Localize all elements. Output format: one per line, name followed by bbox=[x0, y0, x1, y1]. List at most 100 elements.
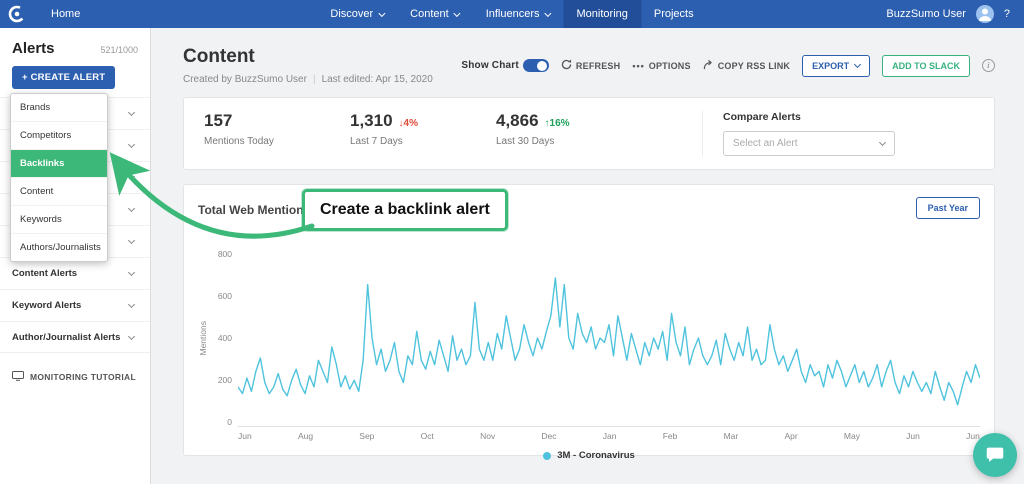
show-chart-toggle[interactable] bbox=[523, 59, 549, 72]
x-tick-label: Dec bbox=[541, 431, 556, 441]
avatar[interactable] bbox=[976, 5, 994, 23]
x-tick-label: Nov bbox=[480, 431, 495, 441]
x-tick-label: Sep bbox=[359, 431, 374, 441]
dropdown-item-backlinks[interactable]: Backlinks bbox=[11, 150, 107, 178]
dropdown-item-keywords[interactable]: Keywords bbox=[11, 206, 107, 234]
copy-rss-link-button[interactable]: COPY RSS LINK bbox=[703, 59, 790, 72]
tutorial-label: MONITORING TUTORIAL bbox=[30, 372, 136, 382]
user-name[interactable]: BuzzSumo User bbox=[886, 8, 965, 20]
dropdown-item-competitors[interactable]: Competitors bbox=[11, 122, 107, 150]
x-tick-label: Jun bbox=[906, 431, 920, 441]
monitor-icon bbox=[12, 371, 24, 383]
delta-up: ↑16% bbox=[545, 118, 570, 129]
nav-discover-label: Discover bbox=[330, 8, 373, 20]
nav-center: Discover Content Influencers Monitoring … bbox=[317, 0, 706, 28]
refresh-button[interactable]: REFRESH bbox=[561, 59, 620, 72]
nav-influencers-label: Influencers bbox=[486, 8, 540, 20]
chevron-down-icon bbox=[544, 9, 551, 16]
nav-item-projects[interactable]: Projects bbox=[641, 0, 707, 28]
export-button[interactable]: EXPORT bbox=[802, 55, 870, 77]
chart-body: Mentions 800 600 400 200 0 bbox=[198, 249, 980, 427]
y-tick-label: 600 bbox=[218, 291, 232, 301]
stat-value: 157 bbox=[204, 111, 232, 131]
mentions-line bbox=[238, 278, 980, 405]
nav-item-monitoring[interactable]: Monitoring bbox=[564, 0, 641, 28]
stat-label: Last 7 Days bbox=[350, 136, 496, 147]
nav-content-label: Content bbox=[410, 8, 449, 20]
chevron-down-icon bbox=[128, 205, 135, 212]
help-icon[interactable]: ? bbox=[1004, 8, 1010, 20]
chevron-down-icon bbox=[128, 173, 135, 180]
nav-monitoring-label: Monitoring bbox=[577, 8, 628, 20]
y-axis-label: Mentions bbox=[198, 321, 210, 356]
delta-value: 4% bbox=[404, 118, 418, 129]
stat-mentions-today: 157 Mentions Today bbox=[204, 111, 350, 156]
annotation-callout: Create a backlink alert bbox=[302, 189, 508, 231]
chart-legend[interactable]: 3M - Coronavirus bbox=[198, 450, 980, 461]
stat-label: Mentions Today bbox=[204, 136, 350, 147]
ellipsis-icon: ••• bbox=[632, 61, 644, 71]
nav-item-content[interactable]: Content bbox=[397, 0, 473, 28]
dropdown-item-authors-journalists[interactable]: Authors/Journalists bbox=[11, 234, 107, 261]
buzzsumo-logo-icon[interactable] bbox=[7, 4, 27, 24]
stat-value: 1,310 bbox=[350, 111, 393, 131]
y-tick-label: 400 bbox=[218, 333, 232, 343]
y-tick-label: 800 bbox=[218, 249, 232, 259]
x-tick-label: Oct bbox=[421, 431, 434, 441]
nav-projects-label: Projects bbox=[654, 8, 694, 20]
last-edited-text: Last edited: Apr 15, 2020 bbox=[322, 74, 433, 85]
section-label: Author/Journalist Alerts bbox=[12, 332, 120, 343]
x-tick-label: Jan bbox=[603, 431, 617, 441]
chat-icon bbox=[984, 444, 1006, 466]
meta-divider: | bbox=[313, 74, 316, 85]
sidebar-title: Alerts bbox=[12, 40, 55, 57]
past-year-button[interactable]: Past Year bbox=[916, 197, 980, 219]
section-label: Content Alerts bbox=[12, 268, 77, 279]
chevron-down-icon bbox=[879, 139, 886, 146]
select-alert-placeholder: Select an Alert bbox=[733, 138, 797, 149]
section-label: Keyword Alerts bbox=[12, 300, 81, 311]
select-alert-dropdown[interactable]: Select an Alert bbox=[723, 131, 895, 156]
mentions-line-chart bbox=[238, 249, 980, 427]
rss-link-icon bbox=[703, 59, 714, 72]
info-icon[interactable]: i bbox=[982, 59, 995, 72]
slack-label: ADD TO SLACK bbox=[892, 61, 960, 71]
dropdown-item-content[interactable]: Content bbox=[11, 178, 107, 206]
sidebar: Alerts 521/1000 + CREATE ALERT Backlink … bbox=[0, 28, 151, 484]
options-label: OPTIONS bbox=[649, 61, 691, 71]
options-button[interactable]: ••• OPTIONS bbox=[632, 61, 690, 71]
create-alert-dropdown: Brands Competitors Backlinks Content Key… bbox=[10, 93, 108, 262]
export-label: EXPORT bbox=[812, 61, 849, 71]
nav-home-label: Home bbox=[51, 8, 80, 20]
sidebar-section-keyword-alerts[interactable]: Keyword Alerts bbox=[0, 289, 150, 321]
stat-last-30-days: 4,866 ↑16% Last 30 Days bbox=[496, 111, 642, 156]
y-tick-label: 200 bbox=[218, 375, 232, 385]
stats-card: 157 Mentions Today 1,310 ↓4% Last 7 Days… bbox=[183, 97, 995, 170]
show-chart-toggle-group: Show Chart bbox=[461, 59, 549, 72]
monitoring-tutorial-link[interactable]: MONITORING TUTORIAL bbox=[0, 371, 150, 383]
sidebar-section-author-journalist-alerts[interactable]: Author/Journalist Alerts bbox=[0, 321, 150, 353]
x-tick-label: Jun bbox=[238, 431, 252, 441]
add-to-slack-button[interactable]: ADD TO SLACK bbox=[882, 55, 970, 77]
create-alert-button[interactable]: + CREATE ALERT bbox=[12, 66, 115, 89]
nav-item-discover[interactable]: Discover bbox=[317, 0, 397, 28]
copy-rss-label: COPY RSS LINK bbox=[718, 61, 790, 71]
toolbar: Show Chart REFRESH ••• OPTIONS COPY RSS … bbox=[461, 55, 995, 77]
refresh-label: REFRESH bbox=[576, 61, 620, 71]
x-tick-label: Aug bbox=[298, 431, 313, 441]
top-nav: Home Discover Content Influencers Monito… bbox=[0, 0, 1024, 28]
chart-plot-area bbox=[238, 249, 980, 427]
stat-last-7-days: 1,310 ↓4% Last 7 Days bbox=[350, 111, 496, 156]
x-axis-ticks: JunAugSepOctNovDecJanFebMarAprMayJunJun bbox=[238, 431, 980, 441]
main-content: Content Created by BuzzSumo User|Last ed… bbox=[151, 28, 1024, 484]
page-meta: Created by BuzzSumo User|Last edited: Ap… bbox=[183, 74, 433, 85]
nav-item-home[interactable]: Home bbox=[37, 0, 94, 28]
dropdown-item-brands[interactable]: Brands bbox=[11, 94, 107, 122]
y-tick-label: 0 bbox=[227, 417, 232, 427]
show-chart-label: Show Chart bbox=[461, 60, 519, 71]
chat-bubble-button[interactable] bbox=[973, 433, 1017, 477]
chevron-down-icon bbox=[378, 9, 385, 16]
x-tick-label: Feb bbox=[663, 431, 678, 441]
x-tick-label: Apr bbox=[784, 431, 797, 441]
nav-item-influencers[interactable]: Influencers bbox=[473, 0, 564, 28]
